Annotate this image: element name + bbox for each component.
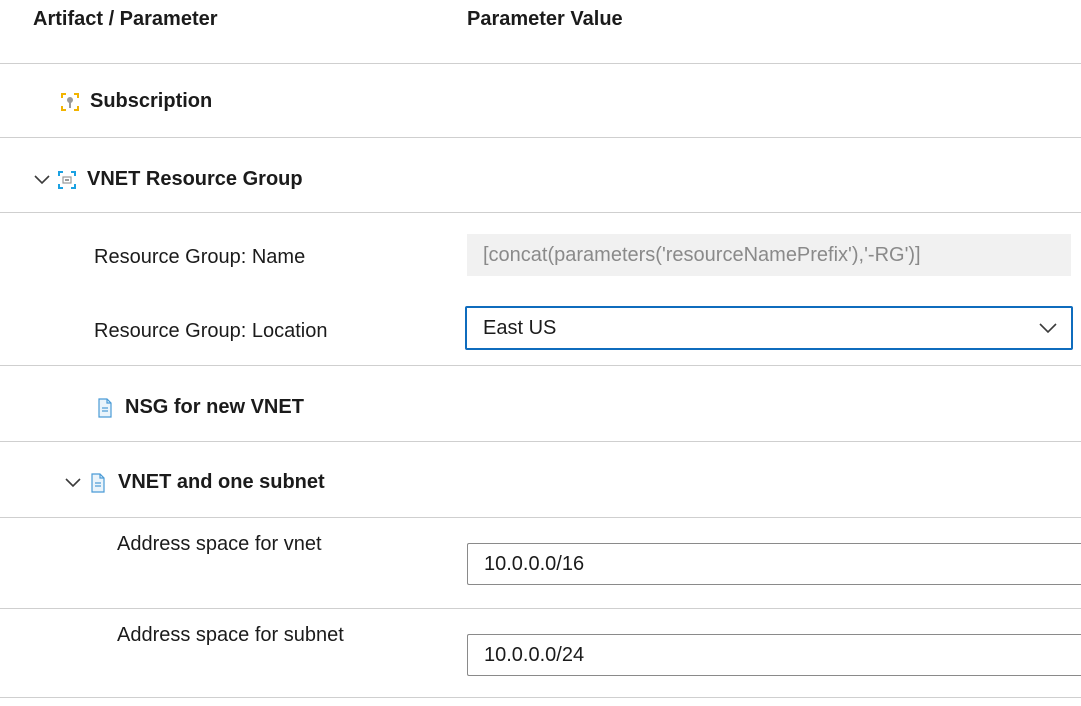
divider — [0, 63, 1081, 64]
document-icon — [88, 472, 108, 493]
column-header-value: Parameter Value — [467, 8, 623, 30]
divider — [0, 365, 1081, 366]
rg-location-select[interactable]: East US — [465, 306, 1073, 350]
artifact-vnet-subnet-label: VNET and one subnet — [118, 471, 325, 493]
rg-name-field: [concat(parameters('resourceNamePrefix')… — [467, 234, 1071, 276]
divider — [0, 441, 1081, 442]
chevron-down-icon[interactable] — [33, 171, 51, 189]
column-header-artifact: Artifact / Parameter — [33, 8, 218, 30]
param-label-vnet-address: Address space for vnet — [117, 533, 322, 555]
chevron-down-icon[interactable] — [64, 474, 82, 492]
artifact-vnet-resource-group[interactable]: VNET Resource Group — [33, 168, 303, 191]
rg-location-selected-value: East US — [483, 316, 557, 339]
artifact-nsg[interactable]: NSG for new VNET — [95, 396, 304, 419]
param-label-rg-name: Resource Group: Name — [94, 246, 306, 268]
divider — [0, 697, 1081, 698]
divider — [0, 517, 1081, 518]
artifact-nsg-label: NSG for new VNET — [125, 396, 304, 418]
artifact-vnet-resource-group-label: VNET Resource Group — [87, 168, 303, 190]
resource-group-icon — [57, 170, 77, 190]
document-icon — [95, 397, 115, 418]
vnet-address-input[interactable]: 10.0.0.0/16 — [467, 543, 1081, 585]
subnet-address-input[interactable]: 10.0.0.0/24 — [467, 634, 1081, 676]
divider — [0, 212, 1081, 213]
divider — [0, 137, 1081, 138]
param-label-rg-location: Resource Group: Location — [94, 320, 328, 342]
key-icon — [60, 92, 80, 112]
artifact-subscription[interactable]: Subscription — [60, 90, 212, 113]
param-label-subnet-address: Address space for subnet — [117, 624, 344, 646]
artifact-vnet-subnet[interactable]: VNET and one subnet — [64, 471, 325, 494]
chevron-down-icon — [1037, 317, 1059, 339]
divider — [0, 608, 1081, 609]
artifact-subscription-label: Subscription — [90, 90, 213, 112]
